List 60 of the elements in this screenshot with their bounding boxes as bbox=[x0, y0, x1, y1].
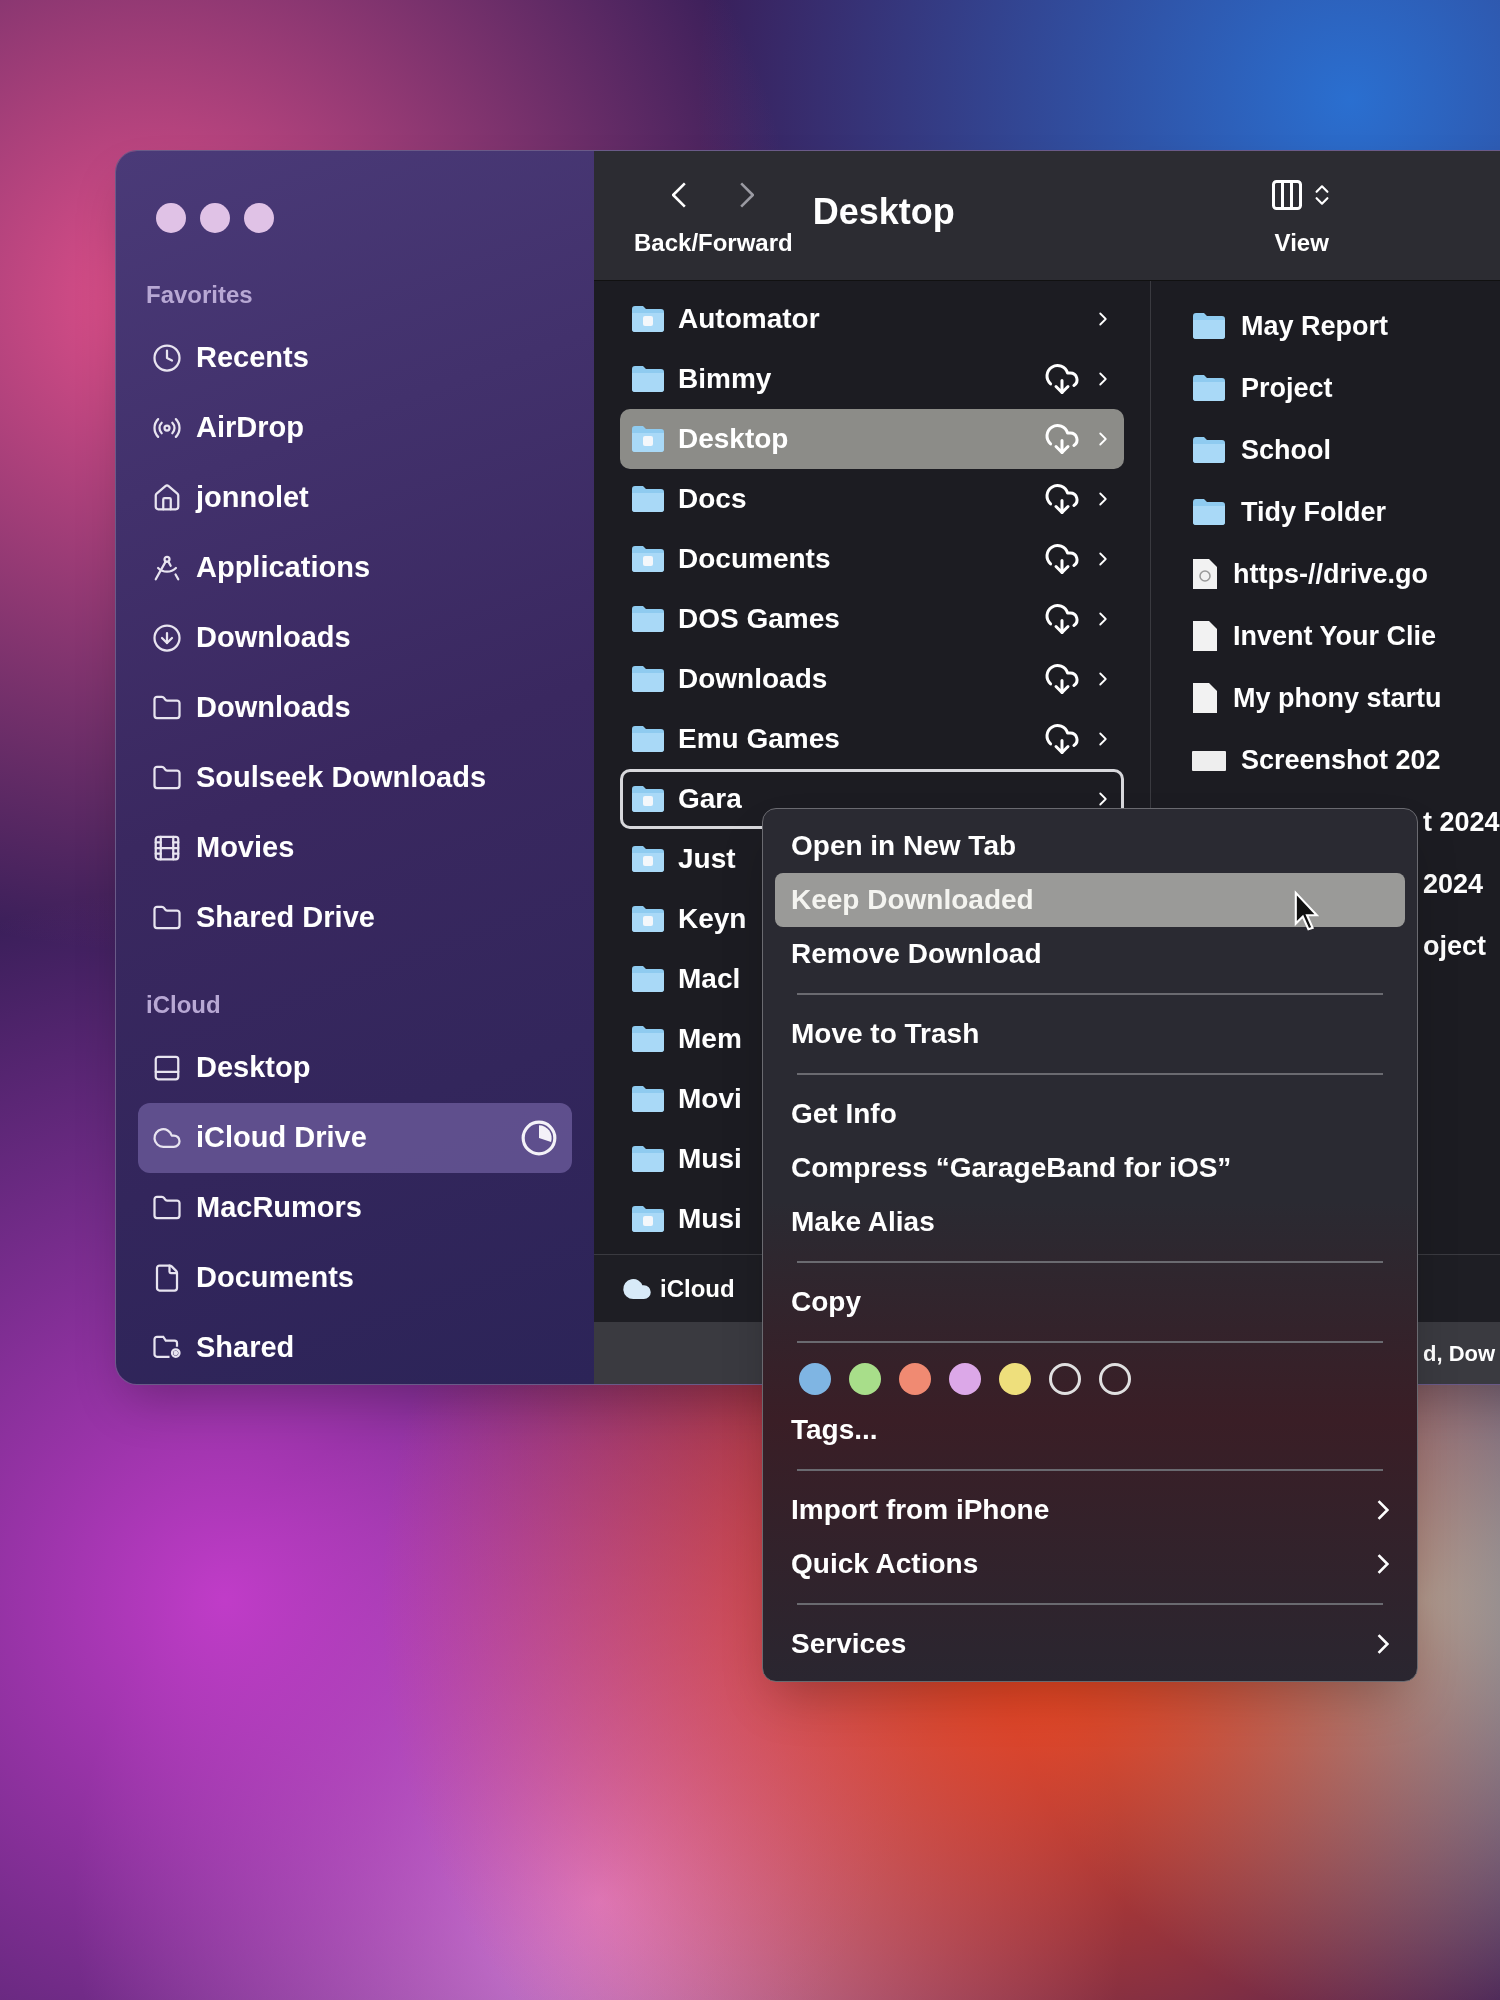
file-name: Keyn bbox=[678, 902, 747, 936]
menu-label: Remove Download bbox=[791, 937, 1042, 971]
menu-label: Make Alias bbox=[791, 1205, 935, 1239]
file-name: Musi bbox=[678, 1142, 742, 1176]
file-name: Tidy Folder bbox=[1241, 495, 1387, 529]
file-name: Emu Games bbox=[678, 722, 840, 756]
file-name: Just bbox=[678, 842, 736, 876]
file-name: Docs bbox=[678, 482, 747, 516]
menu-label: Open in New Tab bbox=[791, 829, 1017, 863]
file-name: Movi bbox=[678, 1082, 742, 1116]
toolbar-label: Back/Forward bbox=[634, 228, 793, 258]
sidebar-label: Downloads bbox=[196, 690, 352, 726]
file-name: May Report bbox=[1241, 309, 1389, 343]
file-name: Automator bbox=[678, 302, 820, 336]
menu-label: Tags... bbox=[791, 1413, 878, 1447]
menu-label: Services bbox=[791, 1627, 907, 1661]
file-name: t 2024 bbox=[1423, 805, 1500, 839]
file-name: Gara bbox=[678, 782, 742, 816]
file-name: Screenshot 202 bbox=[1241, 743, 1441, 777]
file-name: My phony startu bbox=[1233, 681, 1442, 715]
file-name: Downloads bbox=[678, 662, 828, 696]
menu-label: Move to Trash bbox=[791, 1017, 980, 1051]
file-name: oject bbox=[1423, 929, 1487, 963]
sidebar-label: Soulseek Downloads bbox=[196, 760, 488, 796]
menu-label: Copy bbox=[791, 1285, 861, 1319]
file-name: DOS Games bbox=[678, 602, 840, 636]
path-label: iCloud bbox=[660, 1273, 735, 1304]
file-name: Desktop bbox=[678, 422, 789, 456]
menu-label: Import from iPhone bbox=[791, 1493, 1050, 1527]
file-name: Invent Your Clie bbox=[1233, 619, 1437, 653]
sidebar-label: Shared bbox=[196, 1330, 296, 1366]
file-name: https-//drive.go bbox=[1233, 557, 1428, 591]
sidebar-label: iCloud Drive bbox=[196, 1120, 368, 1156]
toolbar-label: View bbox=[1274, 228, 1329, 258]
menu-label: Get Info bbox=[791, 1097, 897, 1131]
file-name: Project bbox=[1241, 371, 1333, 405]
menu-label: Quick Actions bbox=[791, 1547, 979, 1581]
sidebar-label: Shared Drive bbox=[196, 900, 376, 936]
sidebar-label: Desktop bbox=[196, 1050, 312, 1086]
window-title: Desktop bbox=[812, 190, 955, 234]
sidebar-label: Downloads bbox=[196, 620, 352, 656]
sidebar-heading: iCloud bbox=[145, 990, 222, 1020]
file-name: Documents bbox=[678, 542, 831, 576]
sidebar-label: jonnolet bbox=[196, 480, 310, 516]
status-text: d, Dow bbox=[1423, 1339, 1496, 1368]
sidebar-label: Movies bbox=[196, 830, 296, 866]
file-name: School bbox=[1241, 433, 1331, 467]
file-name: 2024 bbox=[1423, 867, 1484, 901]
sidebar-label: Recents bbox=[196, 340, 310, 376]
file-name: Macl bbox=[678, 962, 741, 996]
file-name: Musi bbox=[678, 1202, 742, 1236]
file-name: Bimmy bbox=[678, 362, 772, 396]
sidebar-label: MacRumors bbox=[196, 1190, 363, 1226]
sidebar-label: AirDrop bbox=[196, 410, 305, 446]
sidebar-label: Documents bbox=[196, 1260, 355, 1296]
sidebar-label: Applications bbox=[196, 550, 371, 586]
menu-label: Compress “GarageBand for iOS” bbox=[791, 1151, 1232, 1185]
menu-label: Keep Downloaded bbox=[791, 883, 1034, 917]
sidebar-heading: Favorites bbox=[145, 280, 254, 310]
file-name: Mem bbox=[678, 1022, 742, 1056]
